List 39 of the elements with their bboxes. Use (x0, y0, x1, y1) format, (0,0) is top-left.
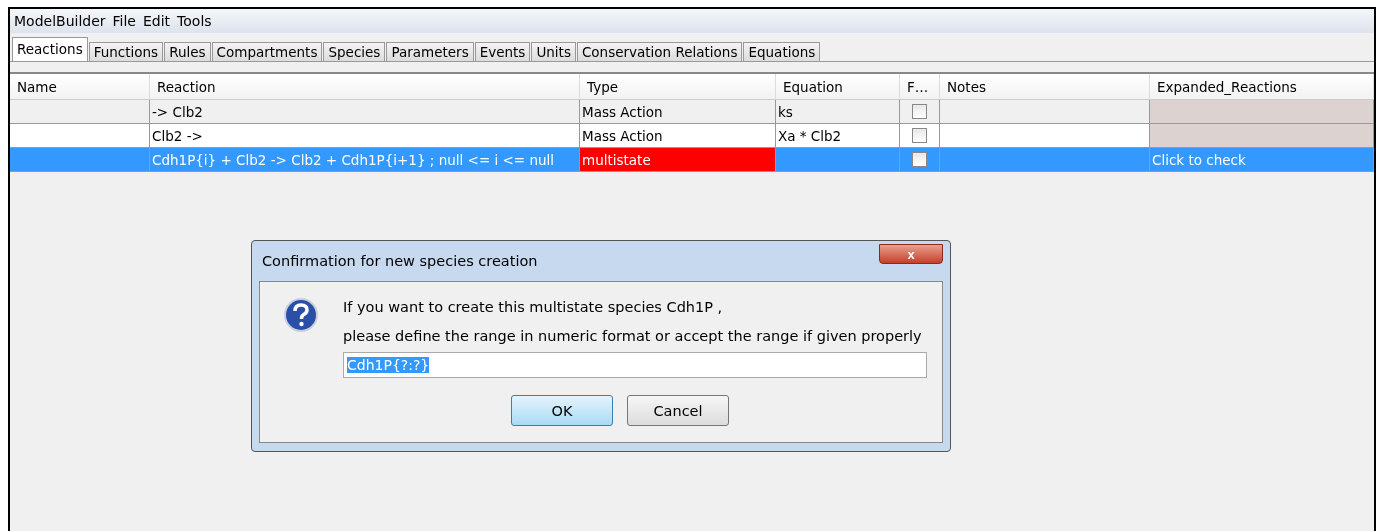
message-text: please define the range in numeric format or accept the range if given properly (343, 327, 923, 346)
menu-item[interactable]: Tools (177, 13, 212, 29)
menu-item[interactable]: File (112, 13, 136, 29)
message-text: If you want to create this multistate species Cdh1P , (343, 298, 724, 317)
column-header[interactable]: Reaction (150, 74, 580, 99)
table-cell: Mass Action (580, 124, 776, 147)
ok-button[interactable]: OK (511, 395, 613, 426)
column-header[interactable]: Notes (940, 74, 1150, 99)
column-header[interactable]: Type (580, 74, 776, 99)
tab[interactable]: Conservation Relations (576, 42, 743, 61)
close-button[interactable]: x (879, 244, 943, 264)
table-cell: Mass Action (580, 100, 776, 123)
column-header[interactable]: Equation (776, 74, 900, 99)
tab[interactable]: Functions (88, 42, 164, 61)
table-cell: -> Clb2 (150, 100, 580, 123)
tab[interactable]: Species (323, 42, 386, 61)
tab[interactable]: Rules (164, 42, 211, 61)
cancel-button[interactable]: Cancel (627, 395, 729, 426)
checkbox[interactable] (912, 104, 927, 119)
tab[interactable]: Equations (743, 42, 821, 61)
menu-item[interactable]: ModelBuilder (14, 13, 106, 29)
tab[interactable]: Units (531, 42, 576, 61)
checkbox[interactable] (912, 128, 927, 143)
menu-item[interactable]: Edit (143, 13, 171, 29)
checkbox[interactable] (912, 152, 927, 167)
tab[interactable]: Events (474, 42, 531, 61)
tab[interactable]: Reactions (12, 37, 88, 61)
table-cell: Click to check (1150, 148, 1374, 171)
table-cell: ks (778, 103, 793, 120)
column-header[interactable]: F… (900, 74, 940, 99)
column-header[interactable]: Name (10, 74, 150, 99)
question-icon (283, 297, 319, 333)
table-cell: Xa * Clb2 (778, 127, 842, 144)
tab[interactable]: Parameters (386, 42, 474, 61)
tab[interactable]: Compartments (211, 42, 323, 61)
table-cell: Clb2 -> (150, 124, 580, 147)
column-header[interactable]: Expanded_Reactions (1150, 74, 1374, 99)
dialog-title: Confirmation for new species creation (262, 253, 538, 269)
table-cell: multistate (580, 148, 776, 171)
